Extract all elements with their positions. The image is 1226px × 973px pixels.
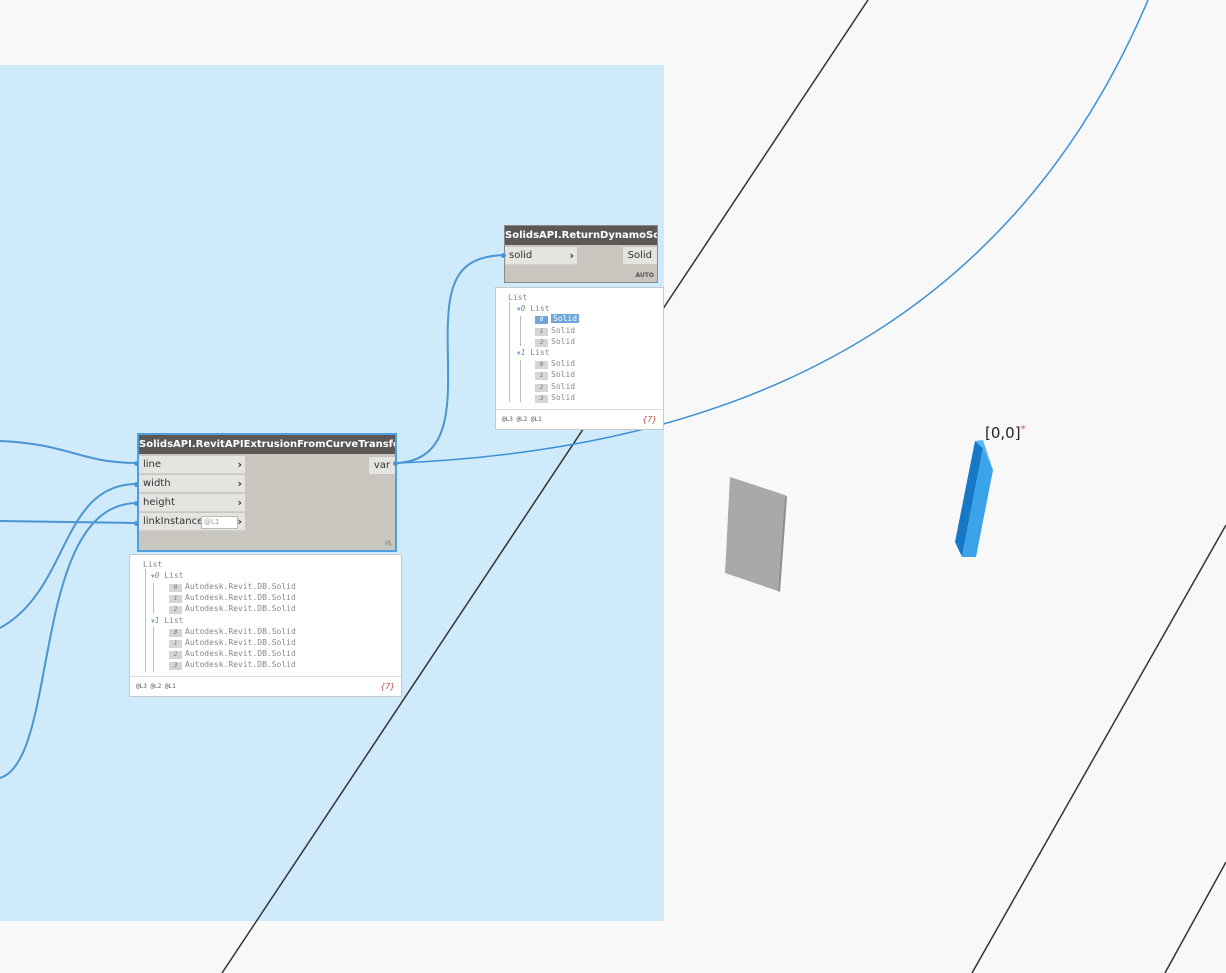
list-item[interactable]: 0 Autodesk.Revit.DB.Solid	[169, 582, 296, 592]
port-dot[interactable]	[393, 461, 398, 466]
list-levels: @L3 @L2 @L1	[136, 683, 176, 690]
list-item[interactable]: 0 Solid	[535, 359, 575, 369]
port-dot[interactable]	[134, 521, 139, 526]
node-title[interactable]: SolidsAPI.ReturnDynamoSolid	[505, 226, 657, 245]
node-return-dynamo-solid[interactable]: SolidsAPI.ReturnDynamoSolid solid › Solid…	[504, 225, 658, 283]
chevron-right-icon: ›	[237, 515, 242, 528]
gray-solid-front	[725, 477, 785, 591]
input-port-height[interactable]: height ›	[139, 494, 245, 512]
output-port-solid[interactable]: Solid	[622, 247, 657, 264]
input-port-line[interactable]: line ›	[139, 456, 245, 474]
list-item[interactable]: 1 Solid	[535, 370, 575, 380]
list-group-header[interactable]: ▼1 List	[151, 616, 184, 627]
input-port-width[interactable]: width ›	[139, 475, 245, 493]
blue-solid-right	[962, 448, 993, 557]
port-dot[interactable]	[134, 482, 139, 487]
list-item[interactable]: 2 Autodesk.Revit.DB.Solid	[169, 604, 296, 614]
output-port-var[interactable]: var	[368, 457, 395, 474]
watch-preview-return[interactable]: List ▼0 List 0 Solid 1 Solid 2 Solid ▼1 Lis…	[495, 287, 664, 430]
tree-line	[509, 302, 510, 402]
list-item[interactable]: 2 Autodesk.Revit.DB.Solid	[169, 649, 296, 659]
list-item[interactable]: 1 Autodesk.Revit.DB.Solid	[169, 593, 296, 603]
tree-line	[520, 316, 521, 346]
node-title[interactable]: SolidsAPI.RevitAPIExtrusionFromCurveTran…	[139, 435, 395, 454]
port-dot[interactable]	[501, 253, 506, 258]
tree-line	[520, 360, 521, 402]
list-group-header[interactable]: ▼0 List	[151, 571, 184, 582]
list-item[interactable]: 0 Autodesk.Revit.DB.Solid	[169, 627, 296, 637]
tree-line	[145, 569, 146, 672]
preview-footer: @L3 @L2 @L1 {7}	[496, 409, 663, 429]
blue-solid-left	[955, 441, 983, 557]
port-dot[interactable]	[134, 461, 139, 466]
origin-coordinate-label: [0,0]*	[985, 424, 1026, 442]
tree-line	[153, 627, 154, 672]
list-item[interactable]: 3 Solid	[535, 393, 575, 403]
chevron-right-icon: ›	[569, 249, 574, 262]
input-port-solid[interactable]: solid ›	[505, 247, 577, 265]
lacing-indicator[interactable]: AUTO	[635, 272, 654, 279]
tree-line	[153, 583, 154, 613]
item-count: {7}	[380, 682, 395, 691]
list-item-selected[interactable]: 0 Solid	[535, 314, 580, 324]
list-item[interactable]: 1 Solid	[535, 326, 575, 336]
blue-solid-top	[975, 440, 993, 470]
geometry-line	[1164, 861, 1226, 973]
list-level-input[interactable]: @L1	[201, 516, 238, 529]
list-root: List	[508, 293, 528, 302]
input-port-linkinstance[interactable]: linkInstance @L1 ›	[139, 513, 245, 531]
preview-footer: @L3 @L2 @L1 {7}	[130, 676, 401, 696]
chevron-right-icon: ›	[237, 496, 242, 509]
port-label: linkInstance	[143, 516, 204, 527]
list-item[interactable]: 2 Solid	[535, 337, 575, 347]
gray-solid-side	[778, 495, 787, 592]
watch-preview-extrusion[interactable]: List ▼0 List 0 Autodesk.Revit.DB.Solid 1A…	[129, 554, 402, 697]
port-label: height	[143, 497, 175, 508]
chevron-right-icon: ›	[237, 477, 242, 490]
chevron-right-icon: ›	[237, 458, 242, 471]
port-label: width	[143, 478, 171, 489]
list-levels: @L3 @L2 @L1	[502, 416, 542, 423]
lacing-indicator[interactable]: ⁞⁞\	[385, 540, 391, 547]
port-dot[interactable]	[134, 501, 139, 506]
list-item[interactable]: 2 Solid	[535, 382, 575, 392]
node-revit-extrusion[interactable]: SolidsAPI.RevitAPIExtrusionFromCurveTran…	[137, 433, 397, 552]
list-root: List	[143, 560, 163, 569]
item-count: {7}	[642, 415, 657, 424]
list-group-header[interactable]: ▼1 List	[517, 348, 550, 359]
geometry-line	[971, 524, 1226, 973]
list-item[interactable]: 1 Autodesk.Revit.DB.Solid	[169, 638, 296, 648]
list-item[interactable]: 3 Autodesk.Revit.DB.Solid	[169, 660, 296, 670]
port-label: line	[143, 459, 162, 470]
port-label: solid	[509, 250, 533, 261]
origin-marker-icon: *	[1020, 424, 1026, 435]
